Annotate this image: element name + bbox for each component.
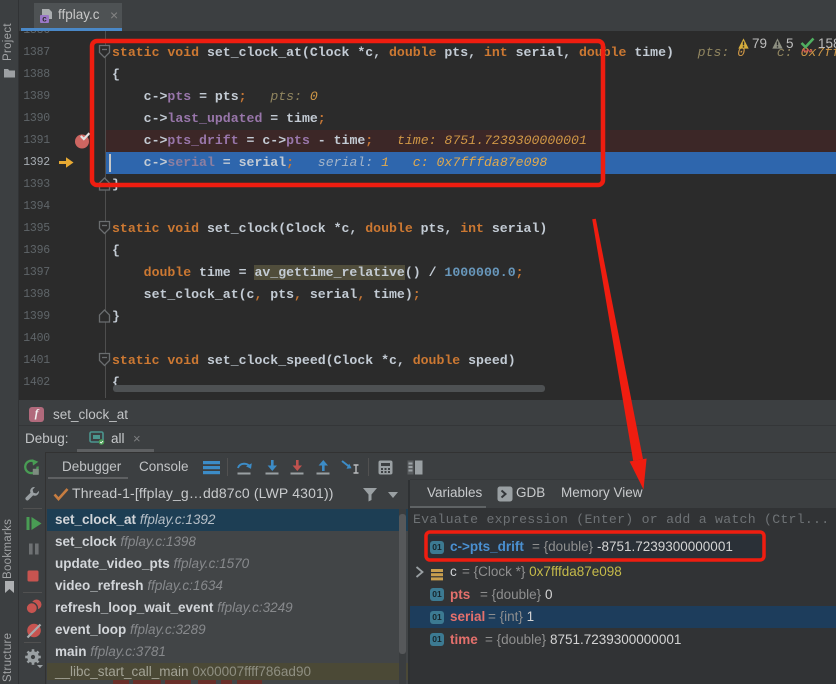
svg-text:c: c — [42, 15, 47, 24]
